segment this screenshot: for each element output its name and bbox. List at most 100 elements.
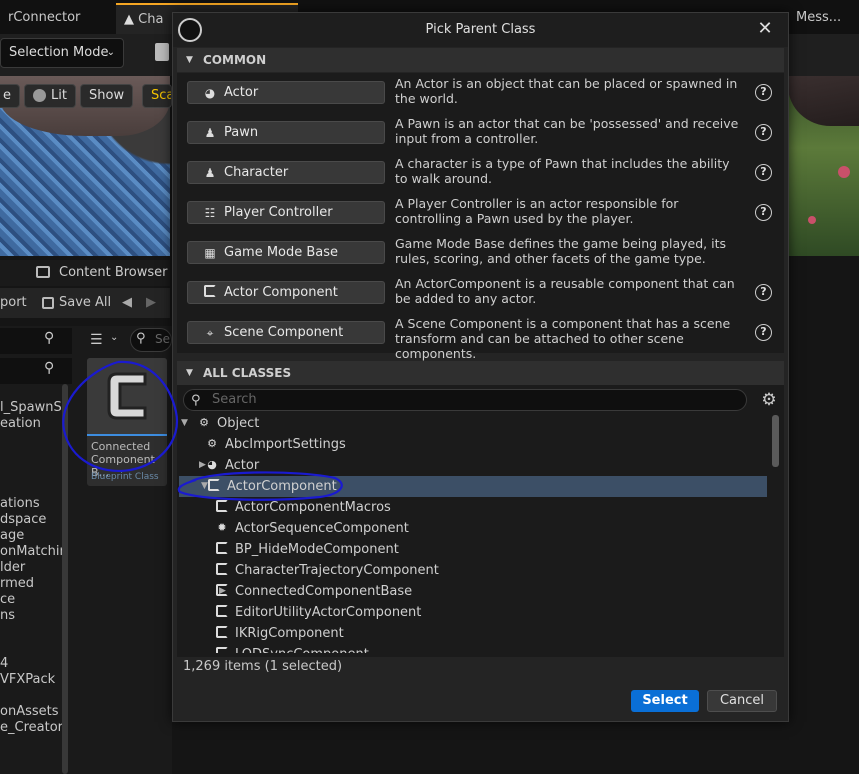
tree-row[interactable]: ▶ ConnectedComponentBase [177, 581, 769, 602]
tab-right[interactable]: Mess... [788, 3, 859, 34]
folder-item[interactable]: age [0, 528, 24, 543]
tree-row[interactable]: IKRigComponent [177, 623, 769, 644]
folder-item[interactable]: VFXPack [0, 672, 55, 687]
tree-row[interactable]: LODSyncComponent [177, 644, 769, 653]
common-row-scene-component: ⌖ Scene Component A Scene Component is a … [177, 313, 784, 361]
folder-icon [36, 266, 50, 278]
tree-row[interactable]: BP_HideModeComponent [177, 539, 769, 560]
tree-row-label: LODSyncComponent [235, 644, 369, 653]
folder-search-row-1[interactable]: ⚲ [0, 328, 72, 354]
actor-component-icon [207, 479, 221, 493]
actor-label: Actor [224, 85, 259, 100]
asset-search-input[interactable]: ⚲ Se [130, 328, 172, 352]
back-arrow-icon[interactable]: ◀ [122, 288, 132, 318]
tree-row[interactable]: ✹ ActorSequenceComponent [177, 518, 769, 539]
asset-thumbnail [87, 358, 167, 434]
save-icon [42, 297, 54, 309]
common-section-header[interactable]: ▼ COMMON [177, 48, 784, 72]
chevron-down-icon[interactable]: ⌄ [110, 332, 118, 343]
tree-row-label: IKRigComponent [235, 626, 344, 641]
folder-item[interactable]: rmed [0, 576, 34, 591]
folder-item[interactable]: onMatchin [0, 544, 68, 559]
settings-button[interactable]: ⚙ [759, 390, 779, 410]
common-row-game-mode-base: ▦ Game Mode Base Game Mode Base defines t… [177, 233, 784, 273]
tree-row[interactable]: EditorUtilityActorComponent [177, 602, 769, 623]
game-mode-icon: ▦ [204, 246, 216, 260]
folder-item[interactable]: eation [0, 416, 41, 431]
tree-row[interactable]: ⚙ AbcImportSettings [177, 434, 769, 455]
close-icon: ✕ [757, 18, 773, 39]
import-button[interactable]: port [0, 288, 27, 318]
filter-icon[interactable]: ☰ [90, 332, 103, 348]
dialog-title-bar[interactable]: Pick Parent Class ✕ [173, 13, 788, 47]
forward-arrow-icon[interactable]: ▶ [146, 288, 156, 318]
lit-button[interactable]: Lit [24, 84, 76, 108]
folder-item[interactable]: ations [0, 496, 40, 511]
transform-tool-icon[interactable] [155, 43, 169, 61]
tree-row-label: BP_HideModeComponent [235, 542, 399, 557]
pawn-button[interactable]: ♟ Pawn [187, 121, 385, 144]
close-button[interactable]: ✕ [754, 17, 776, 41]
help-icon[interactable]: ? [755, 84, 772, 101]
tree-row[interactable]: ▼ ⚙ Object [177, 413, 769, 434]
actor-component-icon [215, 542, 229, 556]
selection-mode-dropdown[interactable]: Selection Mode ⌄ [0, 38, 124, 68]
folder-item[interactable]: e_Creator [0, 720, 63, 735]
actor-button[interactable]: ◕ Actor [187, 81, 385, 104]
tree-row[interactable]: ▶ ◕ Actor [177, 455, 769, 476]
folder-item[interactable]: ce [0, 592, 15, 607]
show-label: Show [89, 88, 125, 103]
folder-item[interactable]: lder [0, 560, 25, 575]
help-icon[interactable]: ? [755, 124, 772, 141]
help-icon[interactable]: ? [755, 204, 772, 221]
help-icon[interactable]: ? [755, 324, 772, 341]
cancel-button[interactable]: Cancel [707, 690, 777, 712]
object-icon: ⚙ [199, 416, 209, 429]
actor-component-button[interactable]: Actor Component [187, 281, 385, 304]
collapse-triangle-icon: ▼ [186, 368, 193, 378]
flower-decor [808, 216, 816, 224]
game-mode-base-button[interactable]: ▦ Game Mode Base [187, 241, 385, 264]
select-button[interactable]: Select [631, 690, 699, 712]
tab-left[interactable]: rConnector [0, 3, 110, 34]
folder-item[interactable]: ns [0, 608, 15, 623]
show-button[interactable]: Show [80, 84, 134, 108]
class-tree-scrollbar[interactable] [772, 415, 779, 467]
tree-row-label: ActorComponentMacros [235, 500, 391, 515]
help-icon[interactable]: ? [755, 284, 772, 301]
scene-component-label: Scene Component [224, 325, 344, 340]
player-controller-button[interactable]: ☷ Player Controller [187, 201, 385, 224]
tree-row[interactable]: CharacterTrajectoryComponent [177, 560, 769, 581]
asset-tile-connected-component[interactable]: Connected Component B... Blueprint Class [87, 358, 167, 486]
class-tree: ▼ ⚙ Object ⚙ AbcImportSettings ▶ ◕ Actor ▼ ActorC… [177, 413, 769, 653]
player-controller-description: A Player Controller is an actor responsi… [395, 196, 679, 226]
content-browser-header[interactable]: Content Browser 1 [0, 260, 170, 306]
actor-description: An Actor is an object that can be placed… [395, 76, 738, 106]
select-label: Select [642, 693, 688, 708]
character-button[interactable]: ♟ Character [187, 161, 385, 184]
component-icon [107, 372, 147, 420]
tree-row[interactable]: ActorComponentMacros [177, 497, 769, 518]
folder-tree-scrollbar[interactable] [62, 384, 68, 774]
folder-search-row-2[interactable]: ⚲ [0, 358, 72, 384]
actor-component-icon [215, 500, 229, 514]
class-search-input[interactable]: ⚲ Search [183, 389, 747, 411]
tree-row[interactable]: ▼ ActorComponent [179, 476, 767, 497]
scalability-button[interactable]: Sca [142, 84, 172, 108]
help-icon[interactable]: ? [755, 164, 772, 181]
search-icon: ⚲ [44, 330, 55, 346]
folder-item[interactable]: 4 [0, 656, 8, 671]
folder-item[interactable]: dspace [0, 512, 46, 527]
common-row-character: ♟ Character A character is a type of Pawn… [177, 153, 784, 193]
scene-component-button[interactable]: ⌖ Scene Component [187, 321, 385, 344]
all-classes-section-header[interactable]: ▼ ALL CLASSES [177, 361, 784, 385]
scalability-label: Sca [151, 88, 171, 103]
actor-component-icon [215, 626, 229, 640]
search-icon: ⚲ [191, 393, 201, 408]
folder-item[interactable]: onAssets [0, 704, 59, 719]
view-mode-button[interactable]: e [0, 84, 20, 108]
folder-item[interactable]: l_SpawnS [0, 400, 62, 415]
viewport-right[interactable] [788, 76, 859, 256]
save-all-button[interactable]: Save All [59, 288, 111, 318]
expanded-triangle-icon[interactable]: ▼ [181, 413, 191, 434]
